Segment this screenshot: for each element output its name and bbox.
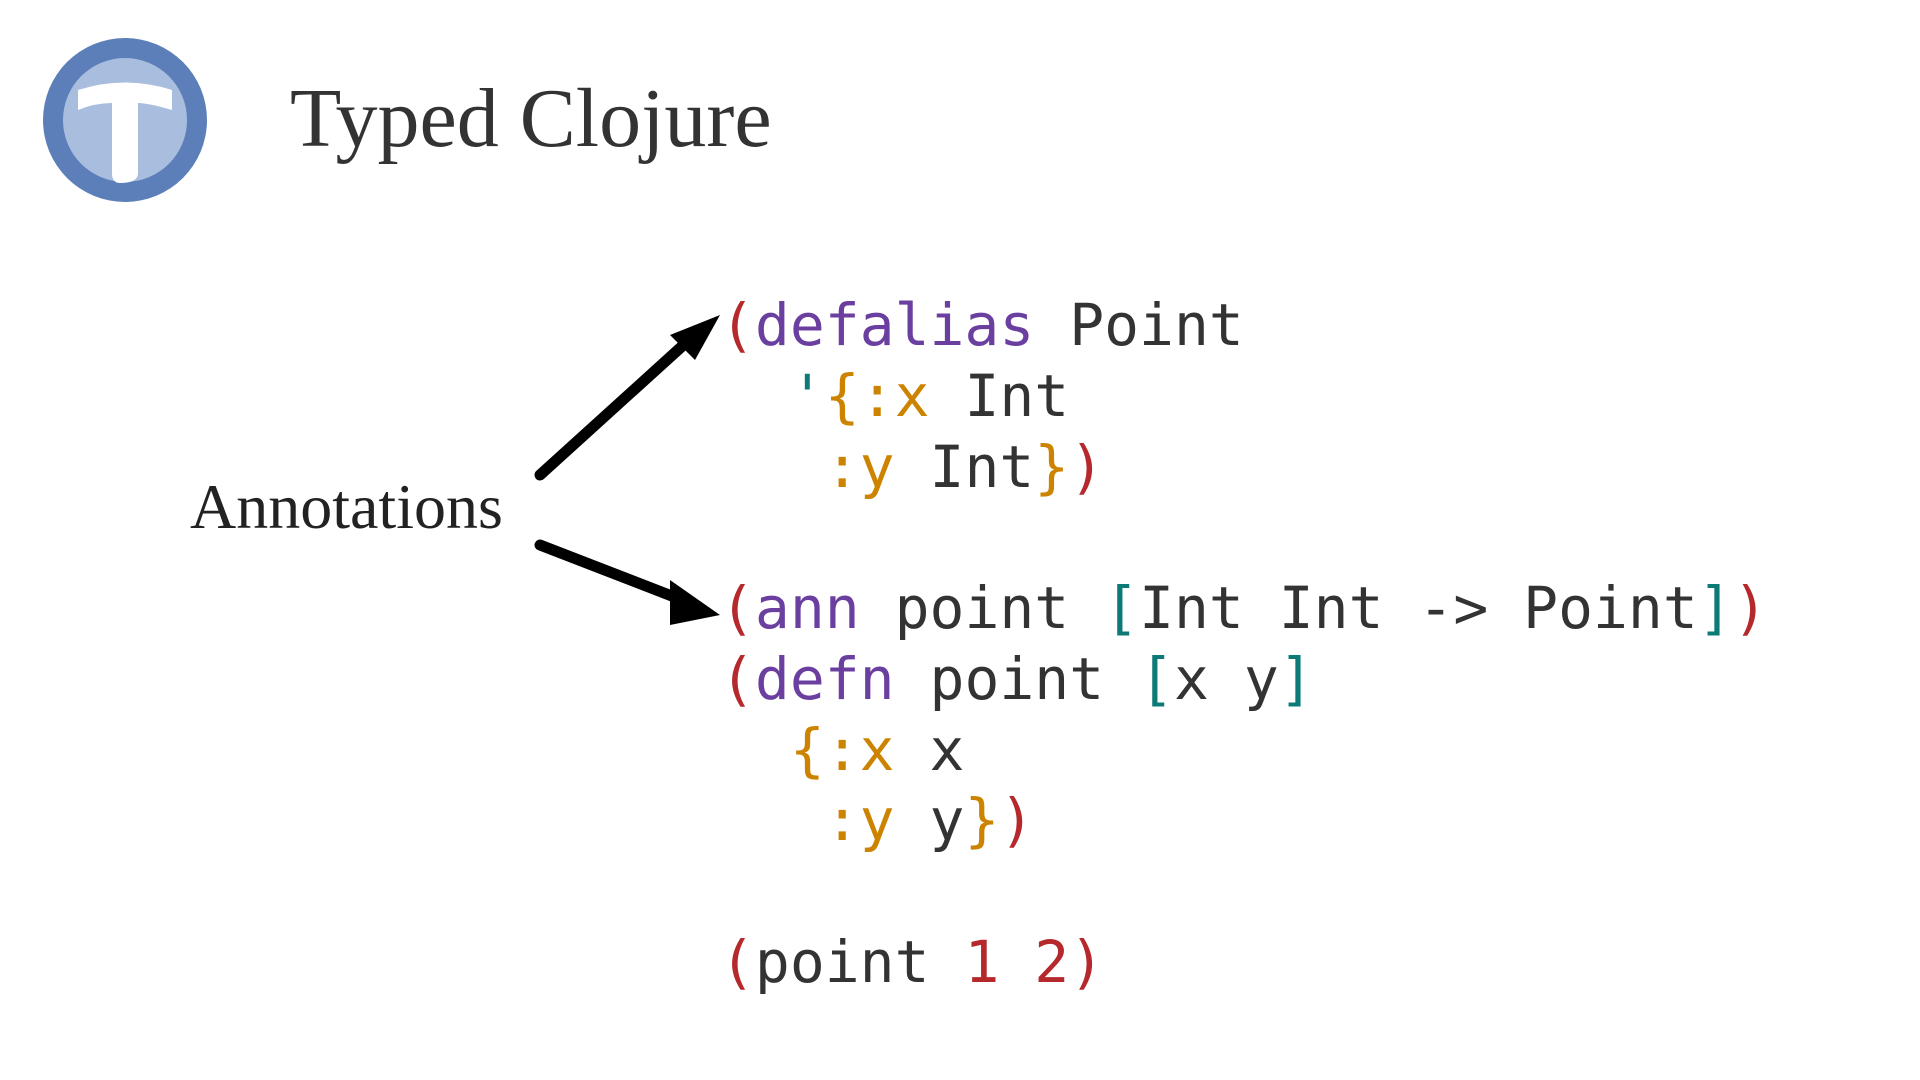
annotations-label: Annotations bbox=[190, 470, 503, 544]
arrow-to-defalias-icon bbox=[520, 300, 740, 500]
code-line-8: (point 1 2) bbox=[720, 928, 1104, 996]
code-line-2: '{:x Int bbox=[720, 362, 1069, 430]
code-line-4: (ann point [Int Int -> Point]) bbox=[720, 574, 1768, 642]
code-line-7: :y y}) bbox=[720, 786, 1034, 854]
slide: Typed Clojure Annotations (defalias Poin… bbox=[0, 0, 1920, 1080]
code-line-5: (defn point [x y] bbox=[720, 645, 1314, 713]
code-line-6: {:x x bbox=[720, 716, 964, 784]
typed-clojure-logo-icon bbox=[40, 35, 210, 205]
code-block: (defalias Point '{:x Int :y Int}) (ann p… bbox=[720, 290, 1768, 998]
code-line-1: (defalias Point bbox=[720, 291, 1244, 359]
slide-title: Typed Clojure bbox=[290, 70, 772, 167]
arrow-to-ann-icon bbox=[520, 530, 740, 640]
code-line-3: :y Int}) bbox=[720, 433, 1104, 501]
